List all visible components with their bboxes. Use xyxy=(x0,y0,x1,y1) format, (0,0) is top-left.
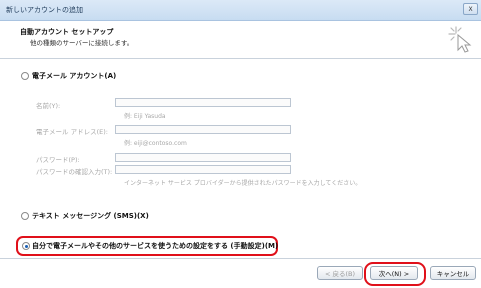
close-button[interactable]: X xyxy=(463,3,478,15)
password-field[interactable] xyxy=(115,153,291,162)
page-subheading: 他の種類のサーバーに接続します。 xyxy=(30,39,134,47)
page-heading: 自動アカウント セットアップ xyxy=(20,28,114,36)
password-provider-hint: インターネット サービス プロバイダーから提供されたパスワードを入力してください… xyxy=(124,180,362,187)
name-field[interactable] xyxy=(115,98,291,107)
header-divider xyxy=(0,58,481,59)
password-confirm-label: パスワードの確認入力(T): xyxy=(36,168,113,176)
password-confirm-field[interactable] xyxy=(115,165,291,174)
manual-setup-radio[interactable] xyxy=(22,242,30,250)
manual-setup-label[interactable]: 自分で電子メールやその他のサービスを使うための設定をする (手動設定)(M) xyxy=(32,241,278,251)
email-account-radio[interactable] xyxy=(21,72,29,80)
name-label: 名前(Y): xyxy=(36,102,61,110)
email-account-label: 電子メール アカウント(A) xyxy=(32,72,117,80)
email-address-field[interactable] xyxy=(115,125,291,134)
sms-label: テキスト メッセージング (SMS)(X) xyxy=(32,212,149,220)
back-button[interactable]: < 戻る(B) xyxy=(317,266,363,280)
password-label: パスワード(P): xyxy=(36,156,80,164)
sms-radio[interactable] xyxy=(21,212,29,220)
email-address-hint: 例: eiji@contoso.com xyxy=(124,140,187,147)
wizard-cursor-icon xyxy=(448,26,472,53)
email-address-label: 電子メール アドレス(E): xyxy=(36,128,108,136)
next-button[interactable]: 次へ(N) > xyxy=(370,266,418,280)
name-hint: 例: Eiji Yasuda xyxy=(124,113,166,120)
window-title: 新しいアカウントの追加 xyxy=(6,6,83,14)
footer-divider xyxy=(0,258,481,259)
cancel-button[interactable]: キャンセル xyxy=(430,266,476,280)
